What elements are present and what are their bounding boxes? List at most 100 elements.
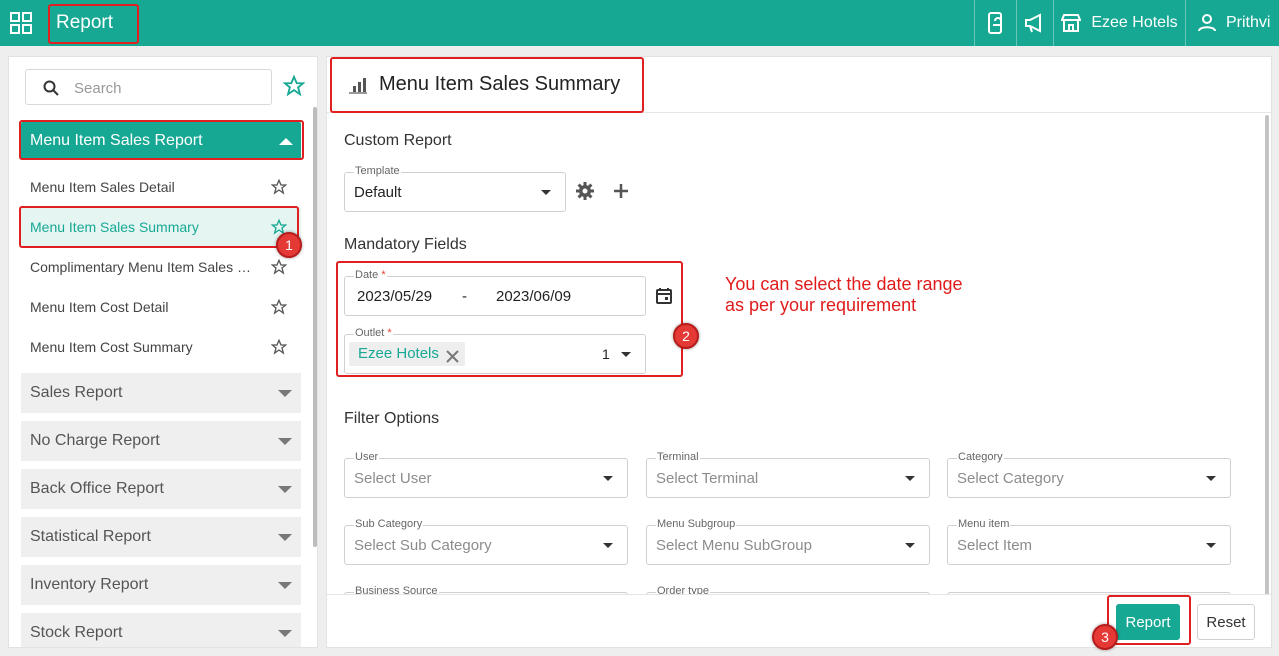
subitem-label: Menu Item Sales Summary [30,219,199,235]
dropdown-arrow-icon [905,476,915,481]
field-placeholder: Select Terminal [656,470,759,487]
section-inventory-report[interactable]: Inventory Report [21,565,301,605]
outlet-count: 1 [602,346,610,362]
field-placeholder: Select Sub Category [354,537,492,554]
main-header: Menu Item Sales Summary [327,57,1271,113]
star-outline-icon[interactable] [270,258,288,278]
date-separator: - [462,288,467,305]
star-outline-icon[interactable] [270,338,288,358]
mandatory-fields-heading: Mandatory Fields [344,236,467,253]
mobile-order-icon [987,12,1005,34]
megaphone-icon [1024,13,1046,33]
outlet-chip-label: Ezee Hotels [358,345,439,362]
star-outline-icon[interactable] [270,298,288,318]
main-panel: Menu Item Sales Summary Custom Report Te… [326,56,1272,648]
sidebar: Menu Item Sales Report Menu Item Sales D… [8,56,318,648]
mobile-order-button[interactable] [974,0,1016,46]
caret-down-icon [278,582,292,589]
subitem-menu-item-sales-detail[interactable]: Menu Item Sales Detail [21,168,301,206]
date-label-wrap: Date * [354,269,387,281]
field-placeholder: Select Category [957,470,1064,487]
add-template-icon[interactable] [612,182,630,205]
section-statistical-report[interactable]: Statistical Report [21,517,301,557]
gear-icon[interactable] [575,181,595,206]
field-placeholder: Select Menu SubGroup [656,537,812,554]
subitem-complimentary-menu-item-sales[interactable]: Complimentary Menu Item Sales D... [21,248,301,286]
star-outline-icon[interactable] [270,178,288,198]
annotation-note: You can select the date range as per you… [725,274,963,316]
section-label: No Charge Report [30,432,160,449]
outlet-label-wrap: Outlet * [354,327,393,339]
step-badge-1: 1 [276,232,302,258]
report-button[interactable]: Report [1116,604,1180,640]
menu-subgroup-select[interactable]: Menu Subgroup Select Menu SubGroup [646,518,930,565]
sub-category-select[interactable]: Sub Category Select Sub Category [344,518,628,565]
required-marker: * [381,269,386,281]
field-placeholder: Select User [354,470,432,487]
user-select[interactable]: User Select User [344,451,628,498]
section-stock-report[interactable]: Stock Report [21,613,301,647]
subitem-label: Menu Item Cost Detail [30,299,169,315]
dropdown-arrow-icon [621,352,631,357]
main-scrollbar[interactable] [1265,115,1269,595]
apps-grid-icon[interactable] [10,12,32,34]
outlet-select[interactable]: Outlet * Ezee Hotels 1 [344,327,646,374]
subitem-label: Menu Item Sales Detail [30,179,175,195]
user-menu[interactable]: Prithvi [1185,0,1279,46]
date-from: 2023/05/29 [357,288,433,305]
template-value: Default [354,184,402,201]
menu-item-select[interactable]: Menu item Select Item [947,518,1231,565]
subitem-menu-item-sales-summary[interactable]: Menu Item Sales Summary [21,208,301,246]
field-label: Order type [656,585,710,594]
annotation-line-1: You can select the date range [725,274,963,294]
caret-down-icon [278,630,292,637]
section-label: Back Office Report [30,480,164,497]
calendar-icon[interactable] [656,287,672,309]
outlet-chip[interactable]: Ezee Hotels [349,342,465,366]
search-input[interactable] [74,78,254,98]
property-selector[interactable]: Ezee Hotels [1053,0,1185,46]
search-box[interactable] [25,69,272,105]
sidebar-scrollbar[interactable] [313,107,317,547]
subitem-menu-item-cost-detail[interactable]: Menu Item Cost Detail [21,288,301,326]
favorites-star-icon[interactable] [282,74,306,102]
person-icon [1198,14,1216,32]
property-label: Ezee Hotels [1091,14,1178,31]
step-badge-3: 3 [1092,624,1118,650]
annotation-line-2: as per your requirement [725,295,917,315]
dropdown-arrow-icon [603,543,613,548]
section-label: Inventory Report [30,576,149,593]
template-select[interactable]: Template Default [344,165,566,212]
search-icon [43,80,59,101]
template-label: Template [354,165,401,177]
section-back-office-report[interactable]: Back Office Report [21,469,301,509]
field-label: Terminal [656,451,700,463]
section-sales-report[interactable]: Sales Report [21,373,301,413]
footer-divider [327,594,1271,595]
section-label: Menu Item Sales Report [30,132,203,149]
subitem-label: Menu Item Cost Summary [30,339,193,355]
dropdown-arrow-icon [603,476,613,481]
caret-down-icon [278,390,292,397]
field-label: Business Source [354,585,439,594]
subitem-label: Complimentary Menu Item Sales D... [30,259,258,275]
caret-up-icon [279,138,293,145]
reset-button[interactable]: Reset [1197,604,1255,640]
terminal-select[interactable]: Terminal Select Terminal [646,451,930,498]
field-placeholder: Select Item [957,537,1033,554]
field-label: Sub Category [354,518,424,530]
section-menu-item-sales-report[interactable]: Menu Item Sales Report [21,122,301,160]
chip-close-icon[interactable] [446,347,459,371]
announcement-button[interactable] [1016,0,1053,46]
filter-options-heading: Filter Options [344,410,440,427]
date-range-field[interactable]: Date * 2023/05/29 - 2023/06/09 [344,269,646,316]
dropdown-arrow-icon [1206,543,1216,548]
subitem-menu-item-cost-summary[interactable]: Menu Item Cost Summary [21,328,301,366]
bar-chart-icon [347,77,369,100]
caret-down-icon [278,534,292,541]
top-bar: Report Ezee Hotels Prithvi [0,0,1279,46]
date-label: Date [355,269,379,281]
category-select[interactable]: Category Select Category [947,451,1231,498]
section-no-charge-report[interactable]: No Charge Report [21,421,301,461]
dropdown-arrow-icon [541,190,551,195]
